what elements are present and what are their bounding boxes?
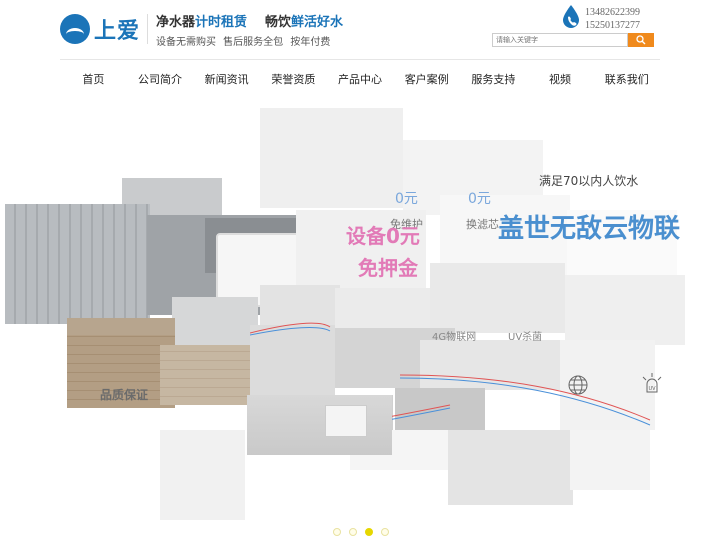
carousel-dot-3[interactable] <box>365 528 373 536</box>
banner-headline-1: 盖世无敌 <box>498 214 603 244</box>
header-slogan: 净水器计时租赁 畅饮鲜活好水 <box>156 11 343 30</box>
phone-drop-icon <box>563 5 579 28</box>
carousel-pagination <box>333 528 389 536</box>
search-icon <box>636 35 646 45</box>
slogan-part2: 计时租赁 <box>195 15 248 30</box>
slogan-part4: 鲜活好水 <box>291 15 344 30</box>
phone-number-1: 13482622399 <box>585 7 640 18</box>
nav-item-contact[interactable]: 联系我们 <box>593 60 660 100</box>
logo[interactable]: 上爱 <box>60 12 142 46</box>
banner-feature-iot: 4G物联网 <box>432 332 477 343</box>
uv-lamp-icon: UV <box>642 373 662 393</box>
banner-headline-2: 云物联 <box>602 214 681 244</box>
slogan-part1: 净水器 <box>156 15 196 30</box>
hero-banner-carousel[interactable]: 满足70以内人饮水 盖世无敌云物联 0元 0元 免维护 换滤芯 设备0元 免押金… <box>0 100 720 540</box>
banner-label-b: 换滤芯 <box>466 218 499 231</box>
carousel-dot-4[interactable] <box>381 528 389 536</box>
header-divider <box>147 14 148 44</box>
banner-promo-sub: 免押金 <box>358 256 418 280</box>
banner-promo-main: 设备0元 <box>346 224 420 248</box>
nav-item-news[interactable]: 新闻资讯 <box>193 60 260 100</box>
nav-item-home[interactable]: 首页 <box>60 60 127 100</box>
nav-item-products[interactable]: 产品中心 <box>327 60 394 100</box>
banner-tile <box>160 430 245 520</box>
svg-text:UV: UV <box>648 386 656 392</box>
banner-slogan-top: 满足70以内人饮水 <box>539 174 639 188</box>
banner-headline: 盖世无敌云物联 <box>498 208 680 245</box>
banner-tile <box>172 297 258 352</box>
globe-icon <box>568 375 588 395</box>
site-header: 上爱 净水器计时租赁 畅饮鲜活好水 设备无需购买 售后服务全包 按年付费 1348… <box>0 0 720 58</box>
phone-number-2: 15250137277 <box>585 20 640 31</box>
header-subslogan: 设备无需购买 售后服务全包 按年付费 <box>156 37 331 48</box>
search-box <box>492 33 654 47</box>
banner-tile <box>160 345 250 405</box>
logo-wave-icon <box>60 14 90 44</box>
banner-feature-uv: UV杀菌 <box>508 332 543 343</box>
nav-item-about[interactable]: 公司简介 <box>127 60 194 100</box>
slogan-part3: 畅饮 <box>265 15 292 30</box>
logo-text: 上爱 <box>94 19 141 44</box>
banner-tile <box>5 204 150 324</box>
nav-item-video[interactable]: 视频 <box>527 60 594 100</box>
nav-item-honors[interactable]: 荣誉资质 <box>260 60 327 100</box>
carousel-dot-1[interactable] <box>333 528 341 536</box>
nav-item-support[interactable]: 服务支持 <box>460 60 527 100</box>
banner-price-a: 0元 <box>395 191 418 207</box>
banner-tile <box>260 108 403 208</box>
contact-phones: 13482622399 15250137277 <box>585 6 640 32</box>
carousel-dot-2[interactable] <box>349 528 357 536</box>
nav-item-cases[interactable]: 客户案例 <box>393 60 460 100</box>
banner-bottom-text: 品质保证 <box>100 388 149 402</box>
search-input[interactable] <box>492 33 628 47</box>
main-nav: 首页 公司简介 新闻资讯 荣誉资质 产品中心 客户案例 服务支持 视频 联系我们 <box>60 60 660 100</box>
banner-photo-towels <box>325 405 367 437</box>
banner-price-b: 0元 <box>468 191 491 207</box>
banner-photo <box>247 395 392 455</box>
search-button[interactable] <box>628 33 654 47</box>
